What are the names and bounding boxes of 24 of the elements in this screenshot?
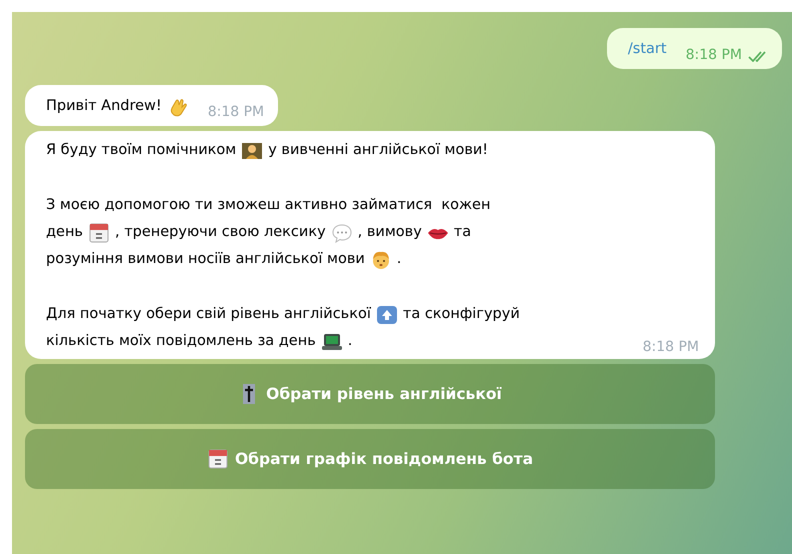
calendar-icon — [206, 448, 229, 470]
message-text: Для початку обери свій рівень англійської — [46, 305, 371, 324]
message-text: . — [396, 250, 402, 269]
message-text: день — [46, 223, 83, 242]
message-text: кількість моїх повідомлень за день — [46, 332, 316, 351]
calendar-icon — [88, 222, 110, 244]
message-time: 8:18 PM — [208, 103, 264, 122]
message-text: Привіт Andrew! — [46, 97, 162, 116]
keyboard-button[interactable]: Обрати рівень англійської — [25, 364, 715, 424]
up-button-icon — [376, 304, 398, 326]
message-text: та — [454, 223, 472, 242]
message-text: розуміння вимови носіїв англійської мови — [46, 250, 365, 269]
message-text: , тренеруючи свою лексику — [114, 223, 326, 242]
message-time: 8:18 PM — [642, 338, 699, 357]
message-text: , вимову — [358, 223, 422, 242]
message-text: та сконфігуруй — [402, 305, 520, 324]
message-text: З моєю допомогою ти зможеш активно займатися кожен — [46, 196, 490, 215]
message-text: у вивченні англійської мови! — [268, 141, 488, 160]
speech-bubble-icon — [330, 222, 353, 244]
keyboard-button[interactable]: Обрати графік повідомлень бота — [25, 429, 715, 489]
message-time: 8:18 PM — [686, 46, 742, 65]
command-link[interactable]: /start — [628, 36, 667, 63]
message-text: . — [348, 332, 352, 351]
message-text: Я буду твоїм помічником — [46, 141, 236, 160]
